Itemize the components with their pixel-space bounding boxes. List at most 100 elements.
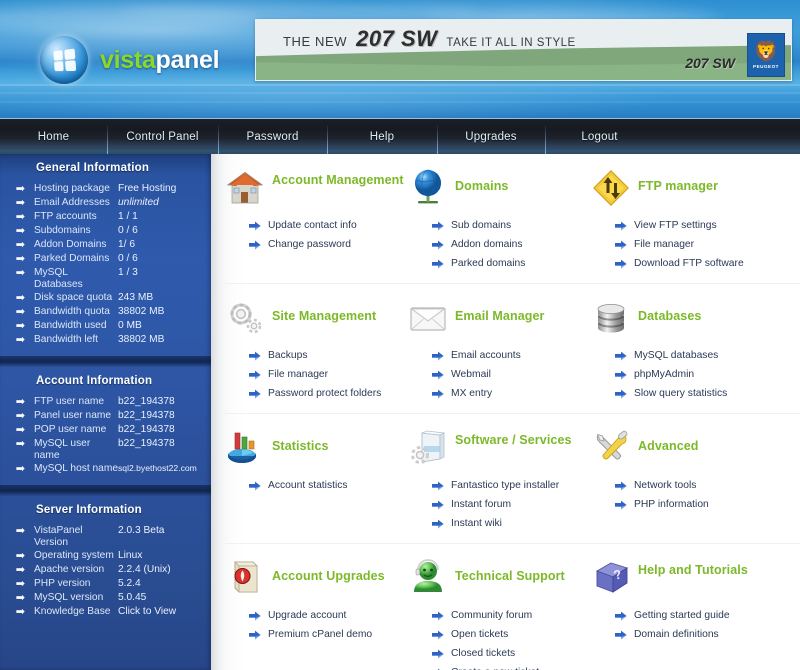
panel-link-label: File manager <box>268 369 329 380</box>
sidebar-info-value[interactable]: Click to View <box>118 606 176 618</box>
panel-link-label: Fantastico type installer <box>451 480 560 491</box>
panel-link[interactable]: Webmail <box>432 365 591 384</box>
panel-section-links: Fantastico type installer Instant forum In… <box>432 476 591 533</box>
panel-link[interactable]: Addon domains <box>432 235 591 254</box>
sidebar-info-label: VistaPanel Version <box>34 525 83 548</box>
panel-link[interactable]: Change password <box>249 235 408 254</box>
panel-link[interactable]: Slow query statistics <box>615 384 774 403</box>
arrow-right-icon <box>249 630 261 639</box>
panel-link[interactable]: Parked domains <box>432 254 591 273</box>
panel-section-links: Backups File manager Password protect fold… <box>249 346 408 403</box>
panel-link[interactable]: Download FTP software <box>615 254 774 273</box>
panel-link[interactable]: File manager <box>249 365 408 384</box>
main-panel: Account Management Update contact info Cha… <box>211 154 800 670</box>
software-box-gear-icon <box>408 428 448 468</box>
panel-link[interactable]: PHP information <box>615 495 774 514</box>
sidebar-info-label: Bandwidth used <box>34 320 107 331</box>
panel-link[interactable]: Email accounts <box>432 346 591 365</box>
panel-link-label: Getting started guide <box>634 610 730 621</box>
panel-link[interactable]: Closed tickets <box>432 644 591 663</box>
panel-link[interactable]: File manager <box>615 235 774 254</box>
arrow-right-icon <box>249 630 261 640</box>
sidebar-info-row: ➡ Bandwidth quota 38802 MB <box>0 305 211 319</box>
arrow-right-icon <box>249 389 261 398</box>
panel-link[interactable]: Open tickets <box>432 625 591 644</box>
panel-link[interactable]: MX entry <box>432 384 591 403</box>
nav-item-upgrades[interactable]: Upgrades <box>437 119 545 155</box>
panel-section-title: Statistics <box>272 439 329 453</box>
panel-link[interactable]: Fantastico type installer <box>432 476 591 495</box>
panel-link[interactable]: Getting started guide <box>615 606 774 625</box>
panel-link-label: Update contact info <box>268 220 357 231</box>
panel-link[interactable]: Create a new ticket <box>432 663 591 670</box>
panel-link[interactable]: Sub domains <box>432 216 591 235</box>
nav-item-help[interactable]: Help <box>327 119 437 155</box>
arrow-right-icon <box>432 221 444 231</box>
arrow-right-icon: ➡ <box>15 253 25 265</box>
arrow-right-icon: ➡ <box>15 197 25 209</box>
arrow-right-icon <box>249 221 261 230</box>
panel-link[interactable]: Update contact info <box>249 216 408 235</box>
panel-link[interactable]: Upgrade account <box>249 606 408 625</box>
content-row: Site Management Backups File manager Passwo… <box>225 284 800 414</box>
arrow-right-icon <box>432 630 444 639</box>
panel-link[interactable]: Backups <box>249 346 408 365</box>
peugeot-logo: 🦁 PEUGEOT <box>747 33 785 77</box>
arrow-right-icon <box>432 611 444 621</box>
banner-the-new-text: THE NEW <box>283 34 348 49</box>
panel-link-label: Webmail <box>451 369 491 380</box>
panel-link[interactable]: Domain definitions <box>615 625 774 644</box>
page-header: vistapanel THE NEW 207 SW TAKE IT ALL IN… <box>0 0 800 118</box>
panel-section-header: Site Management <box>225 298 408 342</box>
sidebar-info-value: b22_194378 <box>118 438 175 449</box>
arrow-right-icon <box>432 389 444 399</box>
panel-link[interactable]: Instant wiki <box>432 514 591 533</box>
panel-link[interactable]: Instant forum <box>432 495 591 514</box>
sidebar-info-value: b22_194378 <box>118 410 175 421</box>
arrow-right-icon <box>615 240 627 249</box>
arrow-right-icon <box>249 351 261 360</box>
globe-icon <box>408 168 448 208</box>
sidebar-info-row: ➡ Addon Domains 1/ 6 <box>0 238 211 252</box>
advertisement-banner[interactable]: THE NEW 207 SW TAKE IT ALL IN STYLE 207 … <box>255 19 792 81</box>
content-row: Statistics Account statistics Software / S… <box>225 414 800 544</box>
arrow-right-icon <box>615 370 627 380</box>
panel-link[interactable]: View FTP settings <box>615 216 774 235</box>
arrow-right-icon <box>615 259 627 269</box>
nav-item-home[interactable]: Home <box>0 119 107 155</box>
nav-item-control-panel[interactable]: Control Panel <box>107 119 218 155</box>
arrow-right-icon <box>615 351 627 360</box>
arrow-right-icon: ➡ <box>15 592 25 604</box>
panel-section-title: Technical Support <box>455 569 565 583</box>
content-row: Account Management Update contact info Cha… <box>225 154 800 284</box>
panel-link[interactable]: Password protect folders <box>249 384 408 403</box>
sidebar-info-value: 5.2.4 <box>118 578 141 589</box>
panel-link[interactable]: Community forum <box>432 606 591 625</box>
arrow-right-icon <box>432 630 444 640</box>
panel-section-domains: Domains Sub domains Addon domains Parked do… <box>408 168 591 273</box>
arrow-right-icon: ➡ <box>15 424 25 436</box>
panel-link[interactable]: Premium cPanel demo <box>249 625 408 644</box>
panel-link-label: Instant wiki <box>451 518 502 529</box>
panel-link-label: Slow query statistics <box>634 388 728 399</box>
panel-section-header: Advanced <box>591 428 774 472</box>
logo-wordmark: vistapanel <box>100 45 220 75</box>
arrow-right-icon: ➡ <box>15 550 25 562</box>
sidebar-divider <box>0 356 211 367</box>
panel-link[interactable]: Account statistics <box>249 476 408 495</box>
banner-model-text: 207 SW <box>356 26 438 51</box>
sidebar-section-server-information: Server Information ➡ VistaPanel Version 2.0… <box>0 496 211 628</box>
sidebar-info-row: ➡ Email Addresses unlimited <box>0 196 211 210</box>
panel-section-ftp-manager: FTP manager View FTP settings File manager… <box>591 168 774 273</box>
panel-link[interactable]: MySQL databases <box>615 346 774 365</box>
panel-link[interactable]: phpMyAdmin <box>615 365 774 384</box>
nav-item-logout[interactable]: Logout <box>545 119 654 155</box>
site-logo[interactable]: vistapanel <box>40 36 220 84</box>
logo-text-vista: vista <box>100 45 156 74</box>
logo-text-panel: panel <box>155 45 220 74</box>
arrow-right-icon: ➡ <box>15 183 25 195</box>
nav-item-password[interactable]: Password <box>218 119 327 155</box>
panel-link[interactable]: Network tools <box>615 476 774 495</box>
package-box-icon <box>225 558 265 598</box>
panel-link-label: Parked domains <box>451 258 526 269</box>
